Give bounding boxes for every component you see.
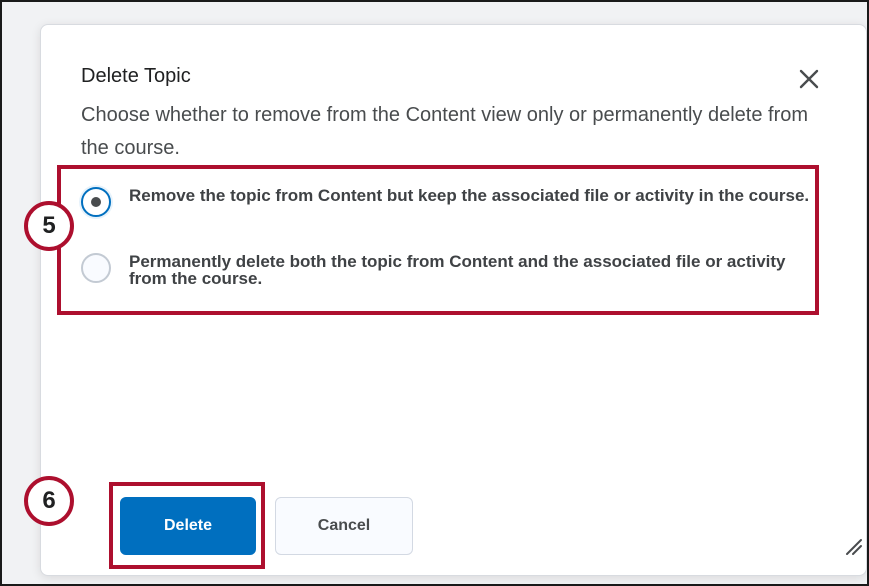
radio-label-permanently-delete: Permanently delete both the topic from C…	[129, 252, 786, 288]
delete-button[interactable]: Delete	[120, 497, 256, 555]
dialog-description: Choose whether to remove from the Conten…	[81, 104, 809, 159]
dialog-title: Delete Topic	[81, 65, 191, 87]
radio-option-permanently-delete[interactable]: Permanently delete both the topic from C…	[81, 253, 819, 287]
radio-button-checked[interactable]	[81, 187, 111, 217]
close-icon	[799, 69, 819, 89]
delete-topic-dialog: Delete Topic Choose whether to remove fr…	[40, 24, 867, 576]
radio-button-unchecked[interactable]	[81, 253, 111, 283]
step-5-badge: 5	[24, 201, 74, 251]
step-6-badge: 6	[24, 476, 74, 526]
resize-handle-icon[interactable]	[843, 536, 863, 556]
close-button[interactable]	[791, 61, 827, 97]
radio-label-remove: Remove the topic from Content but keep t…	[129, 186, 810, 205]
radio-option-remove-from-content[interactable]: Remove the topic from Content but keep t…	[81, 187, 819, 217]
cancel-button[interactable]: Cancel	[275, 497, 413, 555]
screen-frame: Delete Topic Choose whether to remove fr…	[0, 0, 869, 586]
